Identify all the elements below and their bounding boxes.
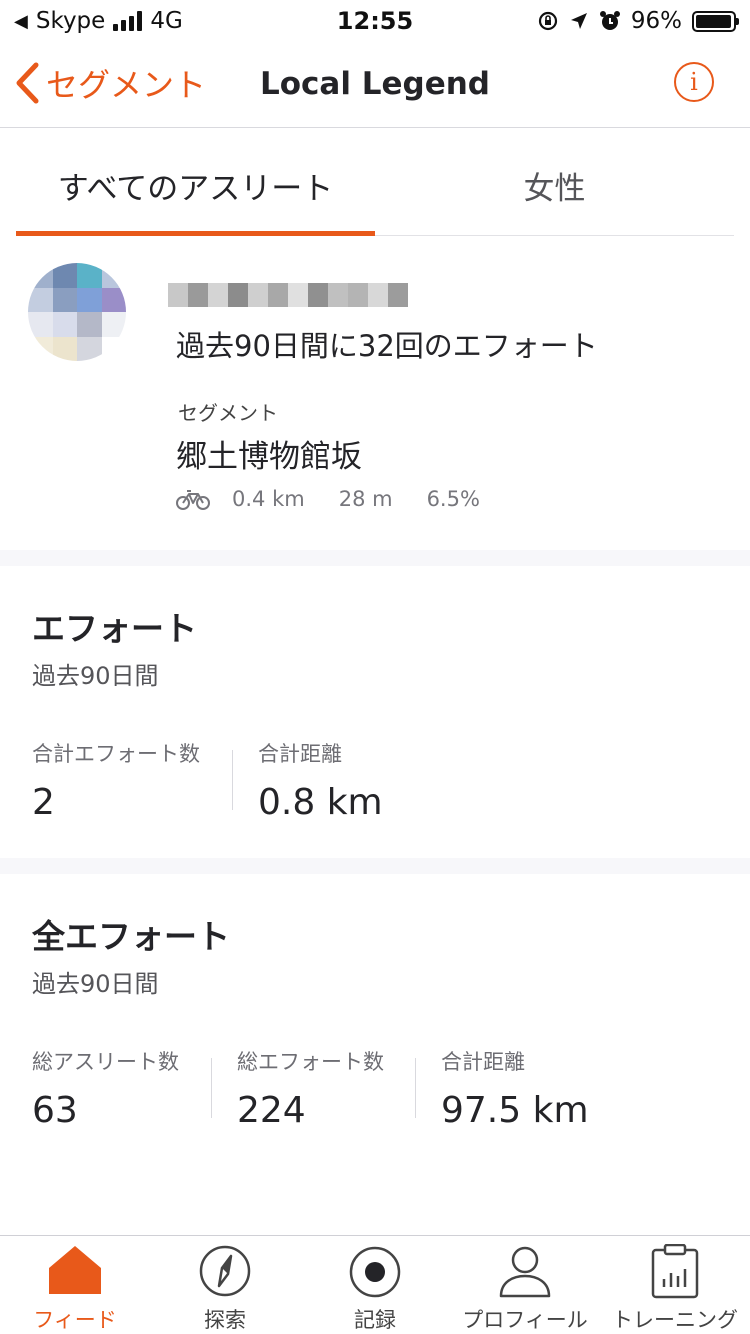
battery-icon [692, 10, 739, 32]
stat-separator [232, 750, 233, 810]
record-icon [349, 1246, 401, 1298]
tab-feed-label: フィード [33, 1308, 117, 1332]
my-efforts-section: エフォート 過去90日間 合計エフォート数 2 合計距離 0.8 km [0, 566, 750, 858]
tab-women-label: 女性 [523, 171, 586, 207]
tab-record[interactable]: 記録 [300, 1236, 450, 1334]
profile-icon [499, 1246, 551, 1298]
stat-separator [211, 1058, 212, 1118]
leader-filter-tabs: すべてのアスリート 女性 [16, 129, 734, 236]
stat-total-distance: 合計距離 0.8 km [258, 738, 383, 823]
tab-all-athletes-label: すべてのアスリート [57, 171, 334, 207]
segment-distance: 0.4 km [232, 487, 305, 511]
athlete-name-redacted [168, 283, 408, 307]
navigation-bar: セグメント Local Legend i [0, 42, 750, 128]
stat-value: 0.8 km [258, 782, 383, 823]
tab-record-label: 記録 [354, 1308, 396, 1332]
segment-label: セグメント [178, 401, 278, 425]
avatar[interactable] [28, 263, 126, 361]
alarm-icon [599, 11, 620, 30]
tab-profile[interactable]: プロフィール [450, 1236, 600, 1334]
battery-fill [696, 14, 731, 28]
stat-total-distance-all: 合計距離 97.5 km [441, 1046, 589, 1131]
segment-stats: 0.4 km 28 m 6.5% [176, 487, 514, 511]
status-bar: ◀ Skype 4G 12:55 96% [0, 0, 750, 42]
tab-feed[interactable]: フィード [0, 1236, 150, 1334]
stat-separator [415, 1058, 416, 1118]
tab-explore[interactable]: 探索 [150, 1236, 300, 1334]
section-divider [0, 550, 750, 566]
stat-value: 97.5 km [441, 1090, 589, 1131]
stat-label: 総アスリート数 [32, 1050, 179, 1074]
info-icon[interactable]: i [674, 62, 714, 102]
bottom-tab-bar: フィード 探索 記録 プロフィール トレーニング [0, 1235, 750, 1334]
segment-elevation: 28 m [338, 487, 393, 511]
tab-profile-label: プロフィール [462, 1308, 588, 1332]
stat-label: 総エフォート数 [237, 1050, 384, 1074]
bike-icon [176, 490, 210, 510]
stat-label: 合計距離 [258, 742, 342, 766]
segment-name[interactable]: 郷土博物館坂 [176, 431, 362, 476]
all-efforts-subtitle: 過去90日間 [32, 970, 159, 998]
stat-label: 合計距離 [441, 1050, 525, 1074]
stat-label: 合計エフォート数 [32, 742, 200, 766]
status-right: 96% [537, 8, 739, 34]
location-icon [570, 13, 587, 29]
my-efforts-title: エフォート [32, 609, 197, 648]
stat-total-efforts-all: 総エフォート数 224 [237, 1046, 384, 1131]
stat-value: 63 [32, 1090, 78, 1131]
segment-grade: 6.5% [426, 487, 480, 511]
tab-training-label: トレーニング [612, 1308, 738, 1332]
local-legend-card[interactable]: 過去90日間に32回のエフォート セグメント 郷土博物館坂 0.4 km 28 … [0, 237, 750, 550]
tab-training[interactable]: トレーニング [600, 1236, 750, 1334]
tab-women[interactable]: 女性 [375, 129, 734, 235]
training-icon [651, 1244, 699, 1299]
compass-icon [199, 1245, 251, 1297]
my-efforts-subtitle: 過去90日間 [32, 662, 159, 690]
stat-total-athletes: 総アスリート数 63 [32, 1046, 179, 1131]
stat-value: 2 [32, 782, 55, 823]
battery-percent: 96% [630, 8, 682, 34]
home-icon [49, 1246, 101, 1294]
stat-total-efforts: 合計エフォート数 2 [32, 738, 200, 823]
all-efforts-title: 全エフォート [32, 917, 230, 956]
section-divider [0, 858, 750, 874]
stat-value: 224 [237, 1090, 306, 1131]
rotation-lock-icon [538, 11, 557, 31]
page-title: Local Legend [259, 66, 491, 102]
tab-all-athletes[interactable]: すべてのアスリート [16, 129, 375, 236]
leader-efforts-text: 過去90日間に32回のエフォート [176, 329, 598, 363]
all-efforts-section: 全エフォート 過去90日間 総アスリート数 63 総エフォート数 224 合計距… [0, 874, 750, 1234]
tab-explore-label: 探索 [204, 1308, 246, 1332]
